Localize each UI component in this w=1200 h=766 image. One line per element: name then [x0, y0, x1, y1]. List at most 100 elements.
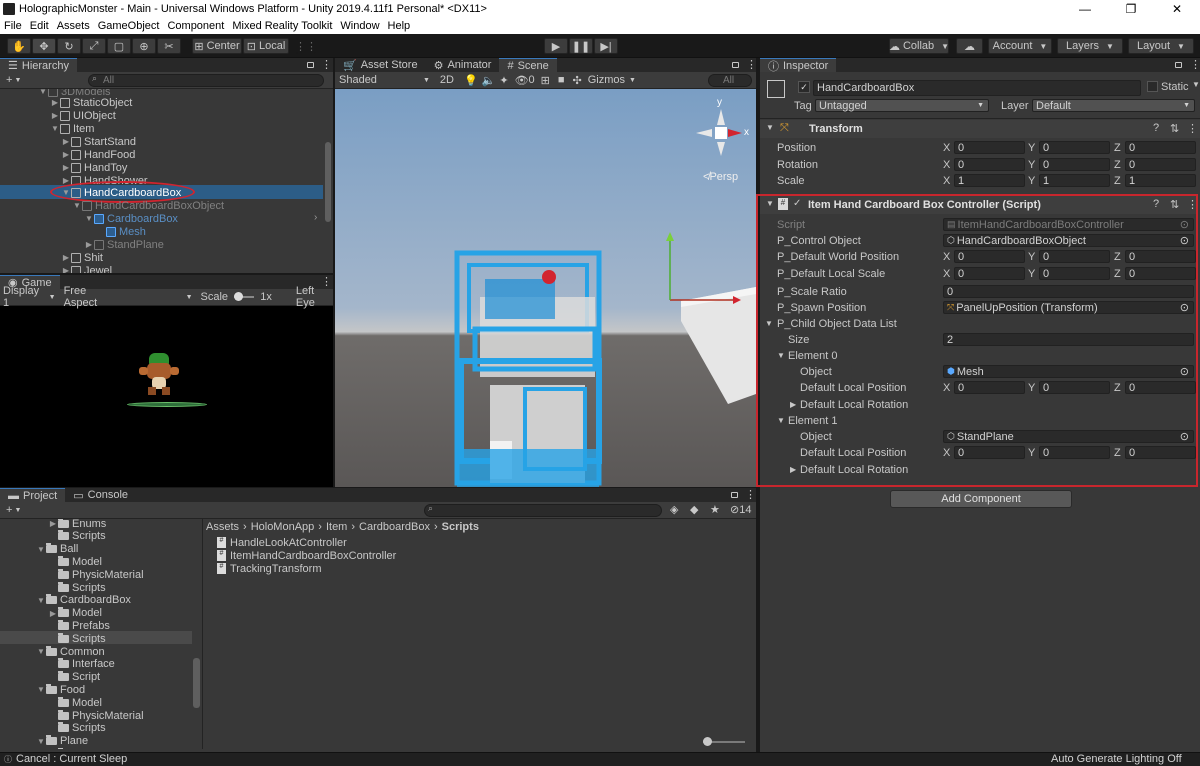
z-value-field[interactable]: 1	[1125, 174, 1196, 187]
lock-icon[interactable]	[1175, 62, 1182, 68]
scene-viewport[interactable]: y x ≮Persp	[335, 89, 756, 487]
icon-size-slider[interactable]	[703, 737, 745, 746]
lock-icon[interactable]	[307, 62, 314, 68]
layers-dropdown[interactable]: Layers ▼	[1057, 38, 1123, 54]
cloud-services-button[interactable]: ☁	[956, 38, 983, 54]
breadcrumb-item[interactable]: Assets	[206, 521, 239, 534]
grid-snap-icon[interactable]: ⋮⋮	[295, 38, 317, 54]
hierarchy-search-input[interactable]: All	[88, 74, 324, 87]
component-menu-icon[interactable]: ⋮	[1187, 198, 1198, 211]
project-search-input[interactable]	[424, 504, 662, 517]
tab-inspector[interactable]: ⓘ Inspector	[760, 58, 837, 73]
pivot-local-button[interactable]: ⊡ Local	[243, 38, 289, 54]
kebab-menu-icon[interactable]: ⋮	[321, 58, 332, 71]
x-value-field[interactable]: 0	[954, 381, 1025, 394]
z-value-field[interactable]: 0	[1125, 141, 1196, 154]
tree-item[interactable]: ▼ Item	[50, 122, 94, 135]
rect-tool-icon[interactable]: ▢	[107, 38, 131, 54]
tree-item[interactable]: ▼ CardboardBox	[84, 212, 178, 225]
folder-item[interactable]: ▼ Plane	[36, 735, 88, 748]
orientation-gizmo[interactable]: y x ≮Persp	[693, 97, 753, 183]
tree-item[interactable]: ▶ StaticObject	[50, 96, 132, 109]
active-checkbox[interactable]: ✓	[798, 81, 810, 93]
x-value-field[interactable]: 0	[954, 158, 1025, 171]
custom-tool-icon[interactable]: ✂	[157, 38, 181, 54]
maximize-icon[interactable]: ❐	[1108, 0, 1154, 18]
icon-size-slider-handle[interactable]	[703, 737, 712, 746]
fold-arrow-icon[interactable]: ▶	[790, 465, 796, 474]
tree-item[interactable]: ▶ StandPlane	[84, 238, 164, 251]
folder-item[interactable]: ▼ CardboardBox	[36, 594, 131, 607]
tab-animator[interactable]: ⚙ Animator	[425, 58, 500, 72]
tree-scrollbar[interactable]	[193, 658, 200, 708]
element-0-object-field[interactable]: ⬢ Mesh ⊙	[943, 365, 1194, 378]
pause-button[interactable]: ❚❚	[569, 38, 593, 54]
favorite-star-icon[interactable]: ★	[710, 503, 720, 516]
z-value-field[interactable]: 0	[1125, 446, 1196, 459]
scale-tool-icon[interactable]: ⤢	[82, 38, 106, 54]
y-value-field[interactable]: 0	[1039, 446, 1110, 459]
folder-item[interactable]: Scripts	[48, 581, 106, 594]
preset-icon[interactable]: ⇅	[1170, 198, 1179, 211]
scale-slider[interactable]	[234, 292, 255, 301]
object-picker-icon[interactable]: ⊙	[1180, 430, 1189, 443]
add-component-button[interactable]: Add Component	[890, 490, 1072, 508]
tree-item[interactable]: ▶ Shit	[61, 251, 103, 264]
folder-item[interactable]: PhysicMaterial	[48, 709, 144, 722]
y-value-field[interactable]: 0	[1039, 158, 1110, 171]
x-value-field[interactable]: 0	[954, 446, 1025, 459]
tab-console[interactable]: ▭ Console	[65, 488, 137, 502]
collab-dropdown[interactable]: ☁ Collab ▼	[889, 38, 949, 54]
kebab-menu-icon[interactable]: ⋮	[745, 488, 756, 501]
z-value-field[interactable]: 0	[1125, 250, 1196, 263]
layout-dropdown[interactable]: Layout ▼	[1128, 38, 1194, 54]
tree-item[interactable]: ▶ UIObject	[50, 109, 116, 122]
static-checkbox[interactable]	[1147, 81, 1158, 92]
help-icon[interactable]: ?	[1153, 122, 1159, 134]
chevron-right-icon[interactable]: ›	[314, 212, 317, 223]
file-item[interactable]: # TrackingTransform	[217, 562, 321, 575]
breadcrumb-item[interactable]: Scripts	[442, 521, 479, 534]
transform-tool-icon[interactable]: ⊕	[132, 38, 156, 54]
chevron-down-icon[interactable]: ▼	[1192, 80, 1200, 89]
enabled-checkbox[interactable]: ✓	[793, 198, 801, 209]
pivot-center-button[interactable]: ⊞ Center	[192, 38, 242, 54]
hand-tool-icon[interactable]: ✋	[7, 38, 31, 54]
tree-item[interactable]: ▶ HandToy	[61, 161, 128, 174]
tab-scene[interactable]: # Scene	[499, 58, 557, 72]
z-value-field[interactable]: 0	[1125, 267, 1196, 280]
fold-arrow-icon[interactable]: ▶	[790, 400, 796, 409]
rotate-tool-icon[interactable]: ↻	[57, 38, 81, 54]
2d-toggle-button[interactable]: 2D	[440, 74, 454, 86]
hidden-packages-icon[interactable]: ⊘14	[730, 503, 751, 516]
eye-dropdown[interactable]: Left Eye	[296, 285, 333, 309]
tree-item[interactable]: Mesh	[106, 225, 146, 238]
kebab-menu-icon[interactable]: ⋮	[1190, 58, 1200, 71]
folder-item[interactable]: ▼ Ball	[36, 543, 78, 556]
component-menu-icon[interactable]: ⋮	[1187, 122, 1198, 135]
folder-item[interactable]: ▶ Model	[48, 607, 102, 620]
persp-label[interactable]: ≮Persp	[703, 171, 738, 183]
visibility-icon[interactable]: 👁	[515, 74, 529, 87]
object-name-field[interactable]: HandCardboardBox	[813, 80, 1141, 96]
help-icon[interactable]: ?	[1153, 198, 1159, 210]
y-value-field[interactable]: 0	[1039, 250, 1110, 263]
gizmos-dropdown[interactable]: Gizmos	[588, 74, 625, 86]
scale-slider-handle[interactable]	[234, 292, 244, 301]
size-field[interactable]: 2	[943, 333, 1194, 346]
hierarchy-scrollbar[interactable]	[325, 142, 331, 222]
layer-dropdown[interactable]: Default ▼	[1032, 99, 1195, 112]
scene-search-input[interactable]: All	[708, 74, 752, 87]
move-tool-icon[interactable]: ✥	[32, 38, 56, 54]
x-value-field[interactable]: 0	[954, 250, 1025, 263]
preset-icon[interactable]: ⇅	[1170, 122, 1179, 135]
menu-help[interactable]: Help	[384, 20, 415, 32]
tree-item[interactable]: ▶ HandFood	[61, 148, 135, 161]
step-button[interactable]: ▶|	[594, 38, 618, 54]
audio-toggle-icon[interactable]: 🔈	[482, 74, 496, 87]
file-item[interactable]: # ItemHandCardboardBoxController	[217, 549, 396, 562]
tag-dropdown[interactable]: Untagged ▼	[815, 99, 989, 112]
menu-window[interactable]: Window	[336, 20, 383, 32]
tree-item[interactable]: ▼ HandCardboardBoxObject	[72, 199, 224, 212]
folder-item[interactable]: ▼ Common	[36, 645, 105, 658]
